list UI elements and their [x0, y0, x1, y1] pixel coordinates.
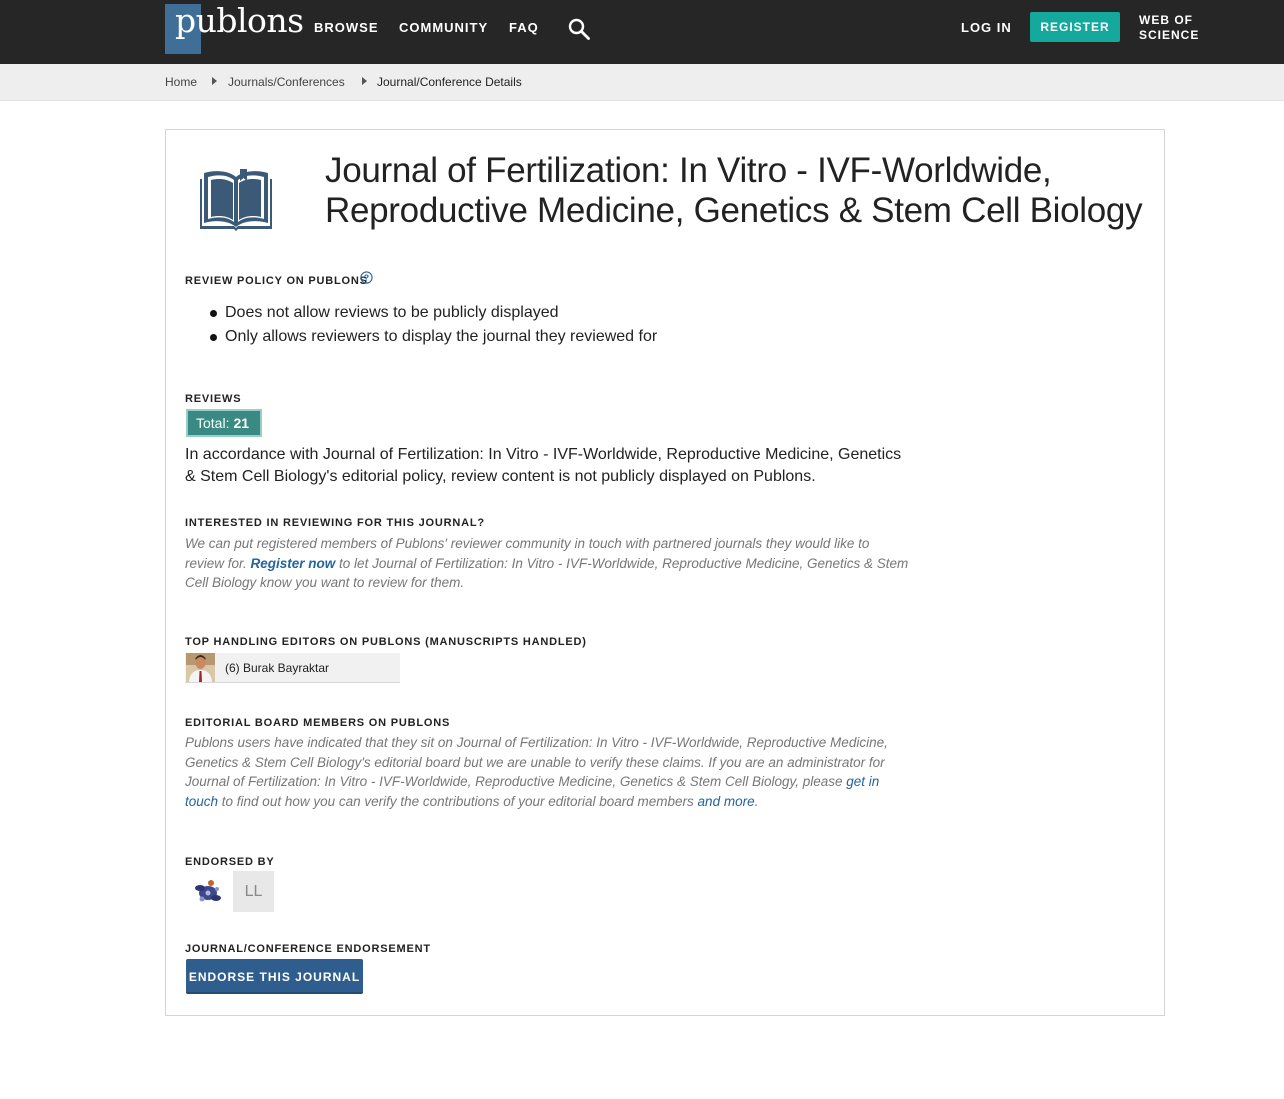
top-navbar: publons BROWSE COMMUNITY FAQ LOG IN REGI…	[0, 0, 1284, 64]
logo-text: publons	[175, 1, 304, 40]
endorser-initials-avatar[interactable]: LL	[233, 871, 274, 912]
breadcrumb: Home Journals/Conferences Journal/Confer…	[0, 64, 1284, 101]
breadcrumb-journals[interactable]: Journals/Conferences	[228, 75, 345, 89]
total-label: Total:	[196, 415, 230, 431]
endorsement-heading: JOURNAL/CONFERENCE ENDORSEMENT	[185, 943, 431, 955]
open-book-icon	[200, 169, 272, 231]
interested-text: We can put registered members of Publons…	[185, 534, 910, 593]
review-policy-list: Does not allow reviews to be publicly di…	[210, 301, 657, 349]
review-policy-heading: REVIEW POLICY ON PUBLONS	[185, 275, 368, 287]
total-value: 21	[233, 415, 250, 431]
list-item: Only allows reviewers to display the jou…	[210, 325, 657, 349]
chevron-right-icon	[212, 77, 217, 85]
interested-heading: INTERESTED IN REVIEWING FOR THIS JOURNAL…	[185, 517, 485, 529]
review-policy-text: In accordance with Journal of Fertilizat…	[185, 446, 902, 485]
nav-faq[interactable]: FAQ	[509, 20, 539, 35]
reviews-heading: REVIEWS	[185, 393, 242, 405]
board-text: Publons users have indicated that they s…	[185, 733, 910, 811]
endorser-avatar[interactable]	[187, 871, 229, 913]
reviews-total-badge: Total: 21	[186, 409, 262, 437]
title-line1: Journal of Fertilization: In Vitro - IVF…	[325, 151, 1052, 190]
nav-community[interactable]: COMMUNITY	[399, 20, 488, 35]
help-icon[interactable]: ?	[360, 271, 373, 284]
endorse-journal-button[interactable]: ENDORSE THIS JOURNAL	[186, 959, 363, 994]
editor-item[interactable]: (6) Burak Bayraktar	[185, 653, 400, 683]
nav-browse[interactable]: BROWSE	[314, 20, 379, 35]
endorsed-heading: ENDORSED BY	[185, 856, 275, 868]
search-icon[interactable]	[568, 18, 590, 40]
avatar	[186, 653, 215, 682]
editor-name: (6) Burak Bayraktar	[225, 661, 330, 675]
title-line2: Reproductive Medicine, Genetics & Stem C…	[325, 191, 1143, 230]
editors-heading: TOP HANDLING EDITORS ON PUBLONS (MANUSCR…	[185, 636, 587, 648]
svg-text:?: ?	[364, 273, 369, 283]
list-item: Does not allow reviews to be publicly di…	[210, 301, 657, 325]
register-now-link[interactable]: Register now	[251, 556, 336, 571]
board-text-end: .	[754, 793, 759, 809]
page-title: Journal of Fertilization: In Vitro - IVF…	[325, 151, 1155, 231]
register-button[interactable]: REGISTER	[1030, 12, 1120, 42]
and-more-link[interactable]: and more	[698, 794, 755, 809]
wos-line2: SCIENCE	[1139, 28, 1200, 42]
wos-line1: WEB OF	[1139, 13, 1193, 27]
breadcrumb-current: Journal/Conference Details	[377, 75, 522, 89]
login-link[interactable]: LOG IN	[961, 20, 1012, 35]
board-heading: EDITORIAL BOARD MEMBERS ON PUBLONS	[185, 717, 451, 729]
board-text-before: Publons users have indicated that they s…	[185, 735, 888, 789]
board-text-middle: to find out how you can verify the contr…	[218, 793, 698, 809]
web-of-science-link[interactable]: WEB OF SCIENCE	[1139, 13, 1199, 43]
chevron-right-icon	[362, 77, 367, 85]
breadcrumb-home[interactable]: Home	[165, 75, 197, 89]
